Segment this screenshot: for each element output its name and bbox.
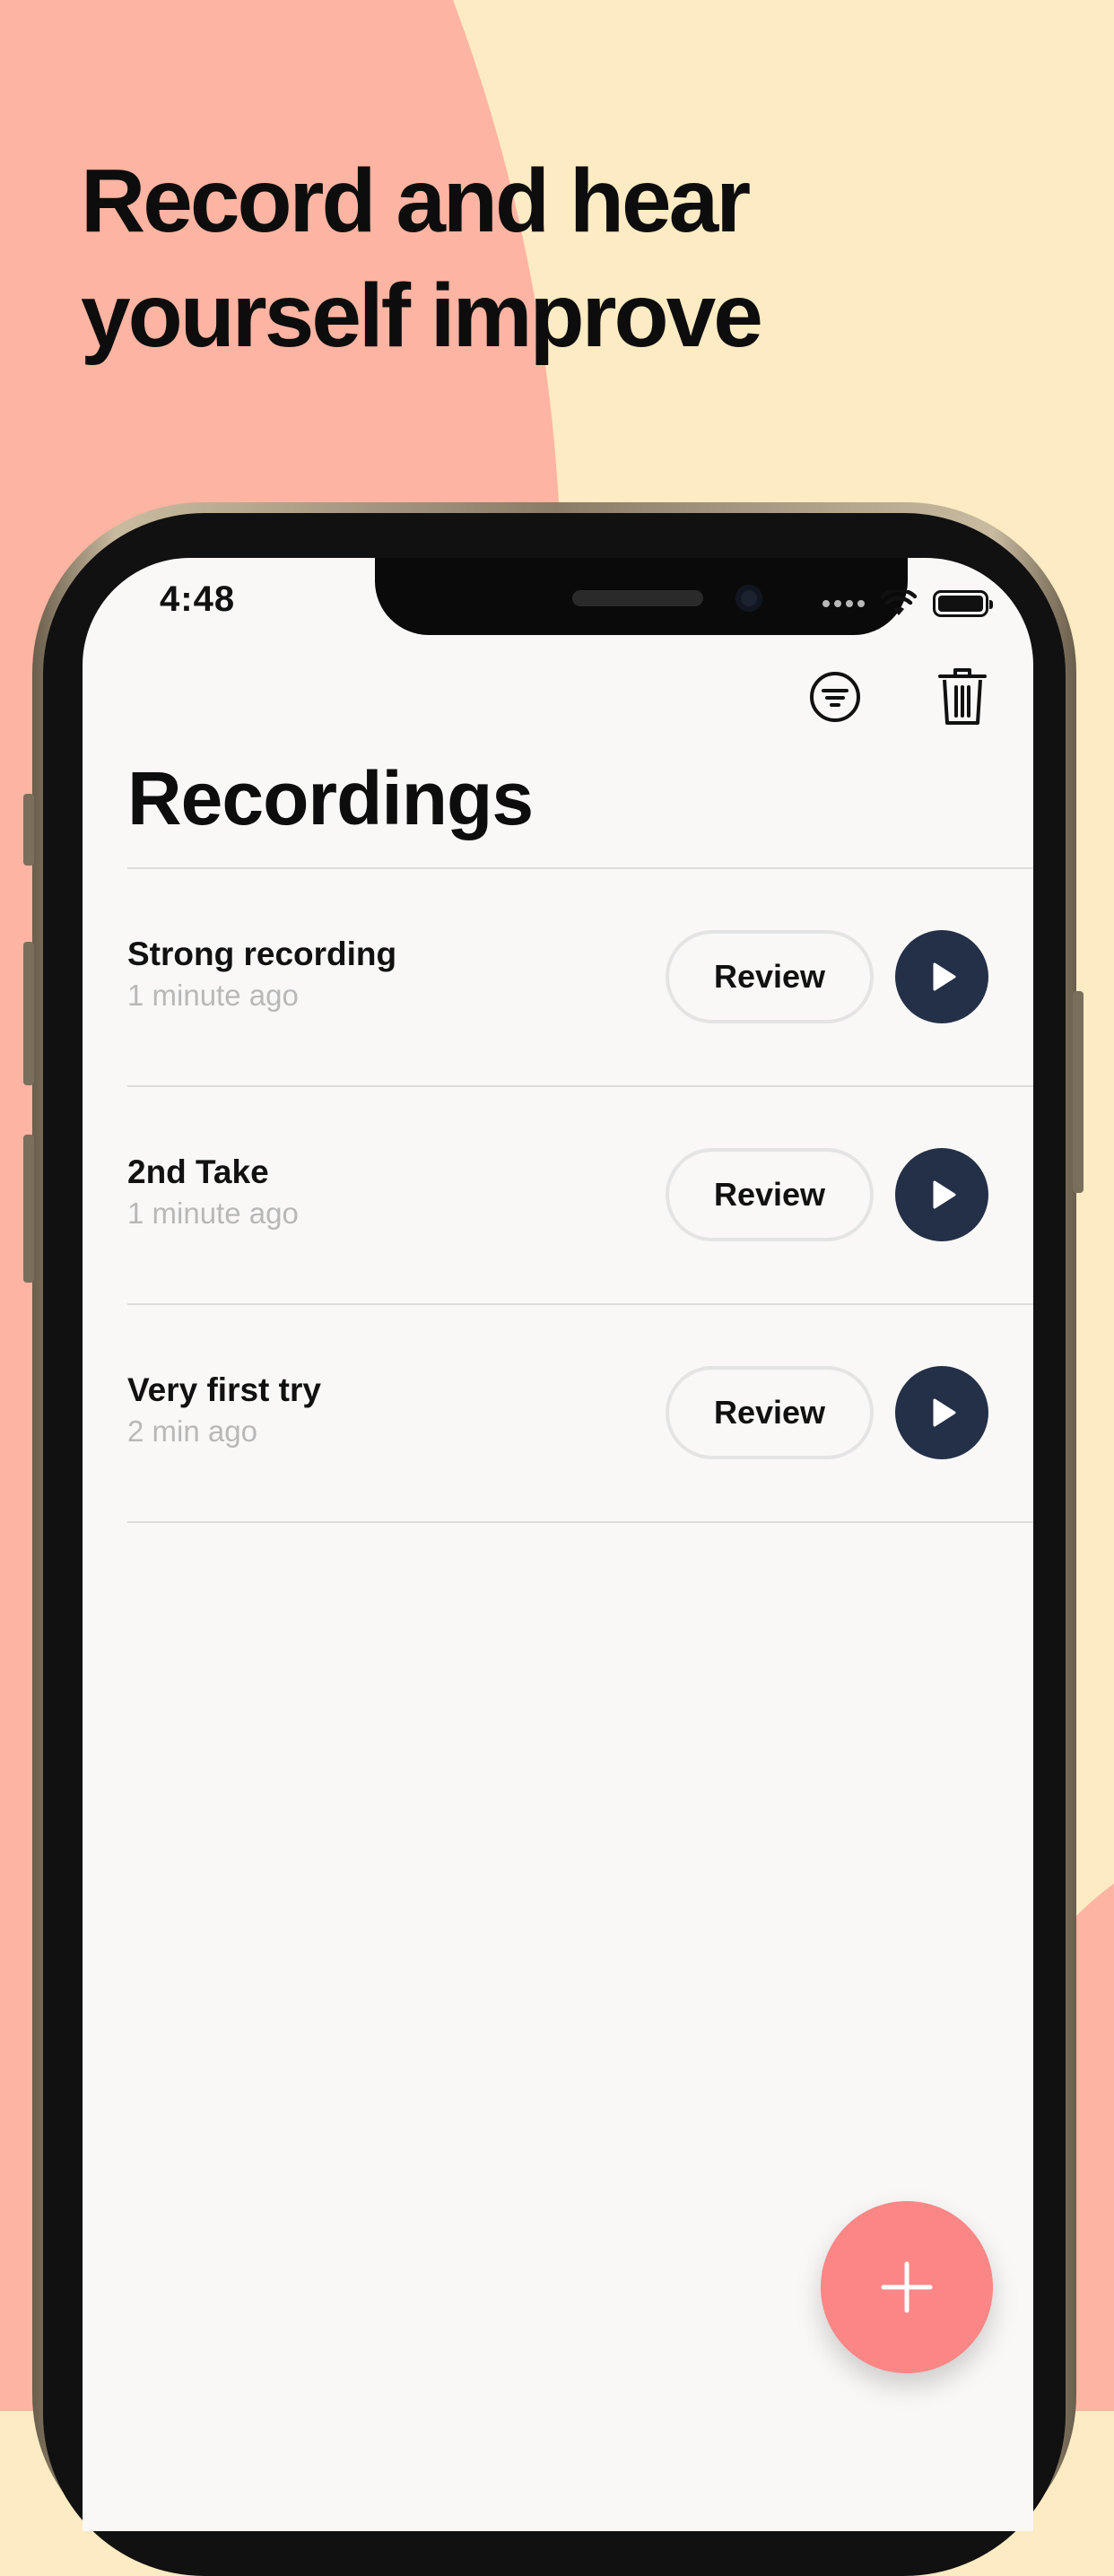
recording-time-ago: 2 min ago <box>127 1414 257 1448</box>
promo-headline-line2: yourself improve <box>81 265 763 366</box>
cellular-signal-icon <box>822 600 865 607</box>
delete-button[interactable] <box>931 666 994 728</box>
trash-icon <box>938 668 987 725</box>
status-bar-time: 4:48 <box>160 579 236 619</box>
filter-icon <box>810 672 860 722</box>
phone-volume-down-button <box>23 1135 34 1283</box>
play-icon <box>933 1398 956 1427</box>
recordings-list: Strong recording 1 minute ago Review 2nd… <box>127 867 1033 1523</box>
play-button[interactable] <box>895 1148 988 1241</box>
status-bar-indicators <box>822 590 993 617</box>
phone-mute-switch <box>23 794 34 866</box>
play-button[interactable] <box>895 1366 988 1459</box>
promo-headline-line1: Record and hear <box>81 151 751 251</box>
review-button[interactable]: Review <box>666 1366 874 1459</box>
phone-power-button <box>1073 991 1084 1193</box>
recording-time-ago: 1 minute ago <box>127 1197 299 1230</box>
review-button[interactable]: Review <box>666 930 874 1023</box>
filter-button[interactable] <box>804 666 866 728</box>
recording-row[interactable]: 2nd Take 1 minute ago Review <box>127 1087 1033 1305</box>
recording-title: 2nd Take <box>127 1153 269 1190</box>
play-icon <box>933 962 956 991</box>
phone-screen: 4:48 Recordings Strong recording 1 minut… <box>83 558 1033 2531</box>
earpiece-speaker <box>572 590 703 606</box>
review-button[interactable]: Review <box>666 1148 874 1241</box>
recording-row[interactable]: Very first try 2 min ago Review <box>127 1305 1033 1523</box>
add-recording-button[interactable] <box>821 2201 993 2373</box>
play-button[interactable] <box>895 930 988 1023</box>
promo-headline: Record and hear yourself improve <box>81 144 978 373</box>
page-title: Recordings <box>127 756 534 840</box>
wifi-icon <box>881 590 917 615</box>
recording-row[interactable]: Strong recording 1 minute ago Review <box>127 869 1033 1087</box>
recording-time-ago: 1 minute ago <box>127 979 299 1012</box>
battery-icon <box>933 590 993 617</box>
plus-icon <box>881 2261 933 2313</box>
phone-volume-up-button <box>23 942 34 1085</box>
recording-title: Strong recording <box>127 936 397 972</box>
front-camera <box>735 585 762 612</box>
play-icon <box>933 1180 956 1209</box>
recording-title: Very first try <box>127 1371 321 1408</box>
